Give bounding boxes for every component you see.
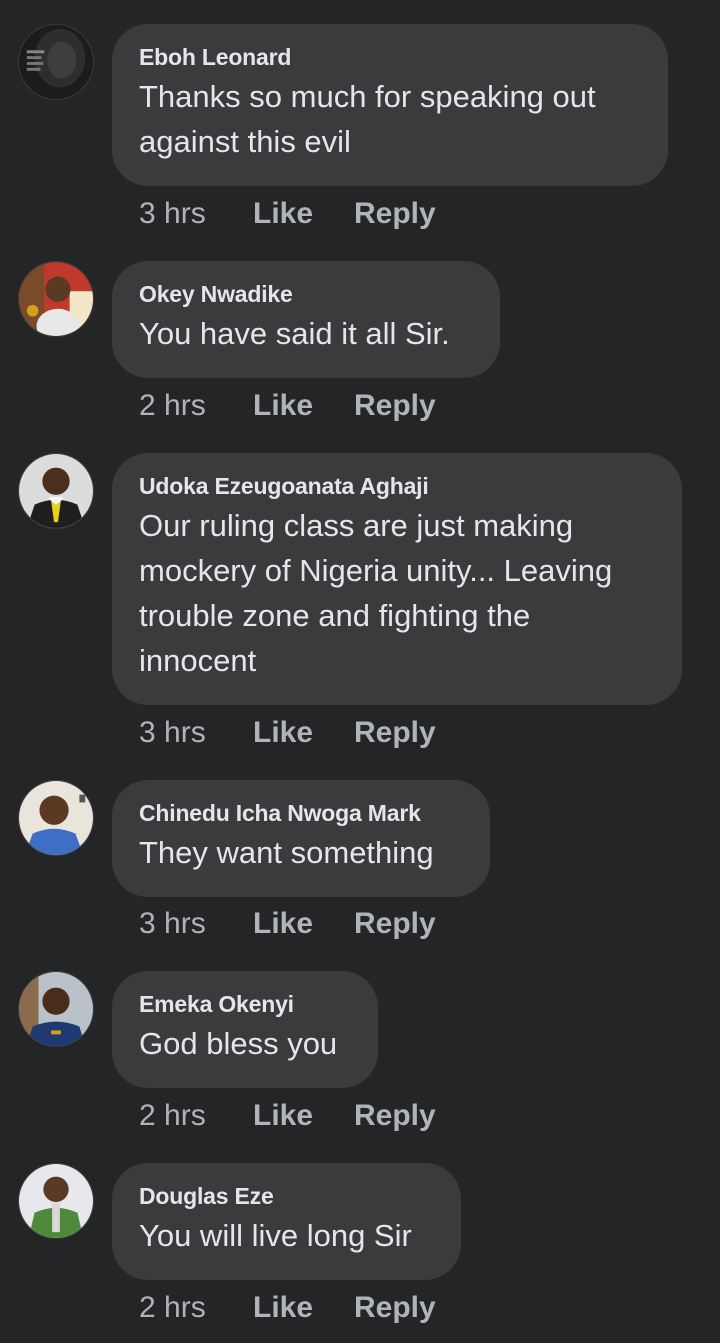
comment-bubble: Okey Nwadike You have said it all Sir.	[112, 261, 500, 378]
reply-button[interactable]: Reply	[354, 904, 436, 944]
comment-text: They want something	[139, 835, 434, 870]
comment-author[interactable]: Udoka Ezeugoanata Aghaji	[139, 471, 655, 501]
comment-author[interactable]: Okey Nwadike	[139, 279, 473, 309]
man-portrait-avatar-icon	[19, 262, 93, 336]
reply-button[interactable]: Reply	[354, 386, 436, 426]
comment-timestamp[interactable]: 3 hrs	[139, 194, 206, 234]
comment-text: You have said it all Sir.	[139, 316, 450, 351]
comment-bubble: Douglas Eze You will live long Sir	[112, 1163, 461, 1280]
comment-author[interactable]: Emeka Okenyi	[139, 989, 351, 1019]
man-portrait-avatar-icon	[19, 972, 93, 1046]
comment-timestamp[interactable]: 2 hrs	[139, 1288, 206, 1328]
reply-button[interactable]: Reply	[354, 1288, 436, 1328]
like-button[interactable]: Like	[253, 386, 313, 426]
comment-text: You will live long Sir	[139, 1218, 412, 1253]
user-avatar[interactable]	[18, 453, 94, 529]
like-button[interactable]: Like	[253, 904, 313, 944]
lion-quote-avatar-icon	[19, 25, 93, 99]
comment-author[interactable]: Eboh Leonard	[139, 42, 641, 72]
like-button[interactable]: Like	[253, 713, 313, 753]
like-button[interactable]: Like	[253, 1288, 313, 1328]
comment-text: God bless you	[139, 1026, 338, 1061]
user-avatar[interactable]	[18, 971, 94, 1047]
comment-author[interactable]: Chinedu Icha Nwoga Mark	[139, 798, 463, 828]
man-blue-shirt-avatar-icon	[19, 781, 93, 855]
comment-bubble: Udoka Ezeugoanata Aghaji Our ruling clas…	[112, 453, 682, 705]
comment-bubble: Emeka Okenyi God bless you	[112, 971, 378, 1088]
comment-timestamp[interactable]: 3 hrs	[139, 713, 206, 753]
comment-timestamp[interactable]: 3 hrs	[139, 904, 206, 944]
user-avatar[interactable]	[18, 24, 94, 100]
reply-button[interactable]: Reply	[354, 713, 436, 753]
like-button[interactable]: Like	[253, 1096, 313, 1136]
comment-timestamp[interactable]: 2 hrs	[139, 1096, 206, 1136]
reply-button[interactable]: Reply	[354, 194, 436, 234]
comment-bubble: Eboh Leonard Thanks so much for speaking…	[112, 24, 668, 186]
man-portrait-avatar-icon	[19, 1164, 93, 1238]
comment-author[interactable]: Douglas Eze	[139, 1181, 434, 1211]
reply-button[interactable]: Reply	[354, 1096, 436, 1136]
comment-timestamp[interactable]: 2 hrs	[139, 386, 206, 426]
like-button[interactable]: Like	[253, 194, 313, 234]
comment-text: Thanks so much for speaking out against …	[139, 79, 596, 159]
user-avatar[interactable]	[18, 261, 94, 337]
man-suit-avatar-icon	[19, 454, 93, 528]
user-avatar[interactable]	[18, 1163, 94, 1239]
comment-bubble: Chinedu Icha Nwoga Mark They want someth…	[112, 780, 490, 897]
comment-text: Our ruling class are just making mockery…	[139, 508, 613, 678]
user-avatar[interactable]	[18, 780, 94, 856]
